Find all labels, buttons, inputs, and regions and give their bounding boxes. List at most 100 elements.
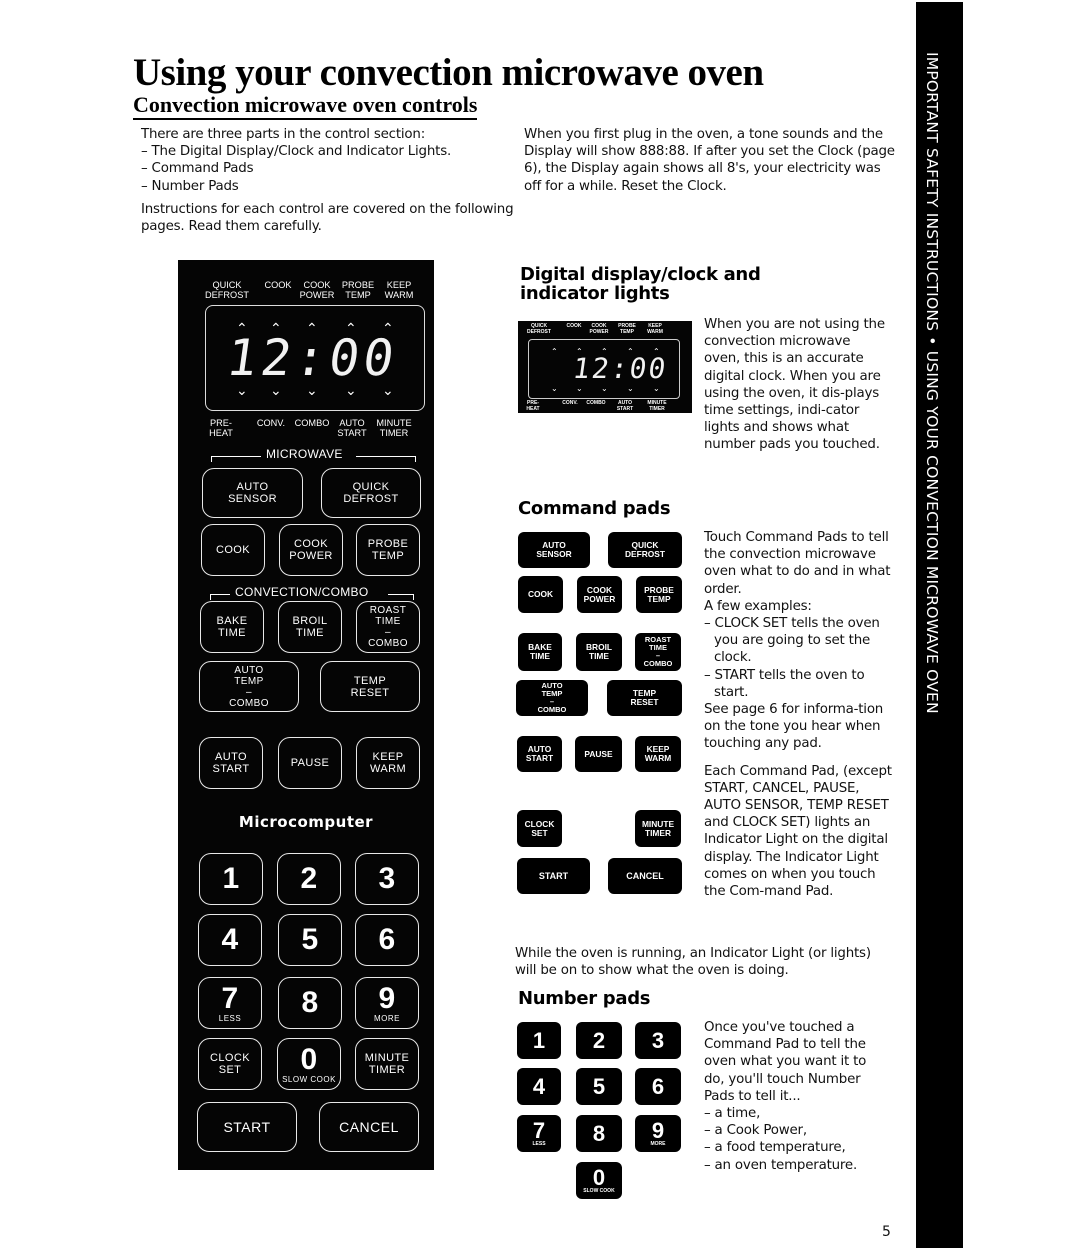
list-item: – an oven temperature. xyxy=(704,1157,858,1173)
number-pad-4[interactable]: 4 xyxy=(517,1068,561,1105)
paragraph: Each Command Pad, (except START, CANCEL,… xyxy=(704,763,892,900)
minute-timer-pad[interactable]: MINUTE TIMER xyxy=(355,1038,419,1090)
temp-reset-pad[interactable]: TEMP RESET xyxy=(607,680,682,716)
minute-timer-pad[interactable]: MINUTE TIMER xyxy=(635,810,681,847)
auto-temp-combo-pad[interactable]: AUTO TEMP – COMBO xyxy=(516,680,588,716)
clock-set-pad[interactable]: CLOCK SET xyxy=(517,810,562,847)
number-pad-5[interactable]: 5 xyxy=(278,914,342,966)
paragraph: See page 6 for informa-tion on the tone … xyxy=(704,702,884,752)
cook-power-pad[interactable]: COOK POWER xyxy=(279,524,343,576)
page-title: Using your convection microwave oven xyxy=(133,51,764,94)
indicator-preheat: PRE- HEAT xyxy=(209,418,233,438)
digit: 6 xyxy=(378,923,396,956)
number-pad-0[interactable]: 0 SLOW COOK xyxy=(277,1038,341,1090)
bracket-divider xyxy=(356,456,416,462)
digit: 6 xyxy=(651,1073,665,1099)
number-pad-0[interactable]: 0 SLOW COOK xyxy=(576,1162,622,1199)
list-item: – a time, xyxy=(704,1106,761,1122)
auto-start-pad[interactable]: AUTO START xyxy=(517,736,562,772)
number-pad-2[interactable]: 2 xyxy=(277,853,341,905)
cook-pad[interactable]: COOK xyxy=(201,524,265,576)
digit: 9 xyxy=(651,1118,665,1143)
indicator-auto-start: AUTO START xyxy=(616,400,634,412)
start-pad[interactable]: START xyxy=(517,858,590,894)
slow-cook-label: SLOW COOK xyxy=(583,1188,615,1194)
start-pad[interactable]: START xyxy=(197,1102,297,1152)
clock-readout: 12:00 xyxy=(570,352,670,385)
number-pad-6[interactable]: 6 xyxy=(355,914,419,966)
number-pad-2[interactable]: 2 xyxy=(576,1022,622,1059)
indicator-cook: COOK xyxy=(566,323,582,329)
probe-temp-pad[interactable]: PROBE TEMP xyxy=(356,524,420,576)
keep-warm-pad[interactable]: KEEP WARM xyxy=(635,736,681,772)
indicator-running-note: While the oven is running, an Indicator … xyxy=(515,946,871,979)
number-pad-9[interactable]: 9 MORE xyxy=(635,1115,681,1152)
number-pad-9[interactable]: 9 MORE xyxy=(355,977,419,1029)
digit: 3 xyxy=(378,862,396,895)
indicator-probe-temp: PROBE TEMP xyxy=(341,280,375,300)
cancel-pad[interactable]: CANCEL xyxy=(319,1102,419,1152)
control-panel: QUICK DEFROST COOK COOK POWER PROBE TEMP… xyxy=(178,260,434,1170)
digit: 7 xyxy=(221,981,239,1015)
digit: 2 xyxy=(300,862,318,895)
intro-left: There are three parts in the control sec… xyxy=(141,126,516,240)
indicator-quick-defrost: QUICK DEFROST xyxy=(527,323,551,335)
convection-combo-label: CONVECTION/COMBO xyxy=(235,585,369,599)
keep-warm-pad[interactable]: KEEP WARM xyxy=(356,737,420,789)
number-pad-1[interactable]: 1 xyxy=(517,1022,561,1059)
indicator-light-icon: ⌄ xyxy=(345,382,357,398)
indicator-preheat: PRE- HEAT xyxy=(526,400,540,412)
indicator-combo: COMBO xyxy=(294,418,330,428)
list-item: – a food temperature, xyxy=(704,1140,846,1156)
number-pad-6[interactable]: 6 xyxy=(635,1068,681,1105)
command-pads-description: Touch Command Pads to tell the convectio… xyxy=(704,529,894,900)
auto-start-pad[interactable]: AUTO START xyxy=(199,737,263,789)
cancel-pad[interactable]: CANCEL xyxy=(608,858,682,894)
bracket-divider xyxy=(211,456,261,462)
number-pad-5[interactable]: 5 xyxy=(576,1068,622,1105)
bracket-divider xyxy=(210,594,230,600)
digit: 3 xyxy=(651,1027,665,1053)
bake-time-pad[interactable]: BAKE TIME xyxy=(518,633,562,671)
number-pad-1[interactable]: 1 xyxy=(199,853,263,905)
number-pad-3[interactable]: 3 xyxy=(355,853,419,905)
indicator-probe-temp: PROBE TEMP xyxy=(618,323,636,335)
number-pad-7[interactable]: 7 LESS xyxy=(198,977,262,1029)
chapter-tab: IMPORTANT SAFETY INSTRUCTIONS • USING YO… xyxy=(916,2,963,1248)
pause-pad[interactable]: PAUSE xyxy=(278,737,342,789)
cook-pad[interactable]: COOK xyxy=(518,576,563,613)
indicator-quick-defrost: QUICK DEFROST xyxy=(205,280,249,300)
probe-temp-pad[interactable]: PROBE TEMP xyxy=(636,576,682,613)
number-pad-7[interactable]: 7 LESS xyxy=(517,1115,561,1152)
number-pad-8[interactable]: 8 xyxy=(576,1115,622,1152)
number-pad-4[interactable]: 4 xyxy=(198,914,262,966)
indicator-light-icon: ⌄ xyxy=(653,384,660,393)
roast-time-combo-pad[interactable]: ROAST TIME – COMBO xyxy=(635,633,681,671)
indicator-light-icon: ⌄ xyxy=(627,384,634,393)
digit: 4 xyxy=(221,923,239,956)
roast-time-combo-pad[interactable]: ROAST TIME – COMBO xyxy=(356,601,420,653)
digit: 4 xyxy=(532,1073,546,1099)
heading-line: Digital display/clock and xyxy=(520,264,761,285)
broil-time-pad[interactable]: BROIL TIME xyxy=(576,633,622,671)
bake-time-pad[interactable]: BAKE TIME xyxy=(200,601,264,653)
temp-reset-pad[interactable]: TEMP RESET xyxy=(320,661,420,712)
auto-temp-combo-pad[interactable]: AUTO TEMP – COMBO xyxy=(199,661,299,712)
clock-set-pad[interactable]: CLOCK SET xyxy=(198,1038,262,1090)
quick-defrost-pad[interactable]: QUICK DEFROST xyxy=(321,468,421,518)
number-pad-3[interactable]: 3 xyxy=(635,1022,681,1059)
broil-time-pad[interactable]: BROIL TIME xyxy=(278,601,342,653)
list-item: – a Cook Power, xyxy=(704,1123,807,1139)
auto-sensor-pad[interactable]: AUTO SENSOR xyxy=(518,532,590,568)
more-label: MORE xyxy=(374,1013,400,1023)
digit: 8 xyxy=(592,1120,606,1146)
number-pad-8[interactable]: 8 xyxy=(278,977,342,1029)
clock-readout: 12:00 xyxy=(223,329,403,387)
example-item: – CLOCK SET tells the oven you are going… xyxy=(704,616,880,666)
cook-power-pad[interactable]: COOK POWER xyxy=(577,576,622,613)
pause-pad[interactable]: PAUSE xyxy=(575,736,622,772)
quick-defrost-pad[interactable]: QUICK DEFROST xyxy=(608,532,682,568)
auto-sensor-pad[interactable]: AUTO SENSOR xyxy=(202,468,303,518)
paragraph: Once you've touched a Command Pad to tel… xyxy=(704,1020,867,1104)
indicator-keep-warm: KEEP WARM xyxy=(647,323,663,335)
